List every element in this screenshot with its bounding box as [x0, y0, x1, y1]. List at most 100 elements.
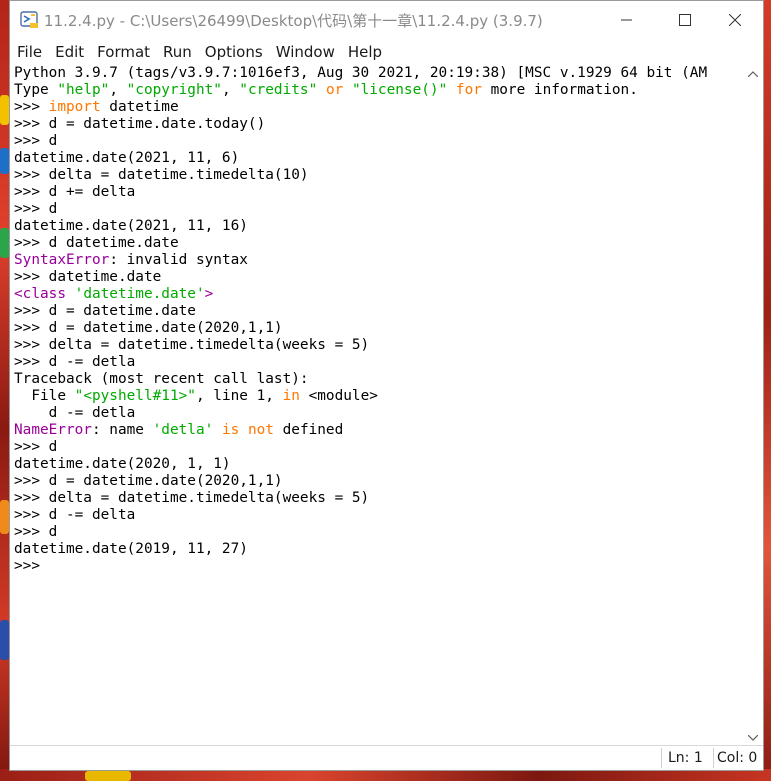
shell-text-segment: >>> delta = datetime.timedelta(weeks = 5… [14, 337, 370, 353]
shell-line: >>> d += delta [14, 184, 738, 201]
taskbar-fragment [85, 771, 131, 781]
minimize-icon [621, 19, 632, 21]
desktop-icon-fragment [0, 500, 9, 534]
shell-text-segment: or [325, 82, 344, 98]
shell-line: >>> d -= delta [14, 507, 738, 524]
shell-text-segment [213, 422, 222, 438]
shell-line: >>> [14, 558, 738, 575]
shell-text-segment: Traceback (most recent call last): [14, 371, 309, 387]
menu-file[interactable]: File [11, 43, 48, 61]
menu-help[interactable]: Help [342, 43, 388, 61]
shell-text-segment: 'datetime.date' [74, 286, 205, 302]
shell-line: NameError: name 'detla' is not defined [14, 422, 738, 439]
shell-text-segment: "help" [57, 82, 110, 98]
shell-text-segment: Type [14, 82, 58, 98]
shell-text-segment: datetime [100, 99, 179, 115]
idle-shell-window: 11.2.4.py - C:\Users\26499\Desktop\代码\第十… [9, 0, 764, 771]
shell-line: >>> d datetime.date [14, 235, 738, 252]
shell-text-segment: 'detla' [152, 422, 214, 438]
shell-text-segment: >>> d -= delta [14, 507, 136, 523]
shell-line: >>> import datetime [14, 99, 738, 116]
shell-text-segment: : name [91, 422, 153, 438]
shell-line: >>> datetime.date [14, 269, 738, 286]
desktop-icon-fragment [0, 620, 9, 660]
shell-text-segment: >>> d [14, 133, 58, 149]
shell-text-segment: >>> d [14, 439, 58, 455]
shell-line: >>> d [14, 439, 738, 456]
shell-text-segment: , [221, 82, 240, 98]
shell-text-segment: , [109, 82, 127, 98]
shell-text-segment [447, 82, 456, 98]
shell-line: Type "help", "copyright", "credits" or "… [14, 82, 738, 99]
shell-text-segment: "credits" [239, 82, 318, 98]
shell-text-segment: >>> [14, 558, 49, 574]
shell-line: datetime.date(2021, 11, 6) [14, 150, 738, 167]
close-icon [729, 14, 741, 26]
shell-text-segment: >>> d -= detla [14, 354, 136, 370]
shell-text-segment: datetime.date(2020, 1, 1) [14, 456, 231, 472]
menu-format[interactable]: Format [91, 43, 156, 61]
desktop-icon-fragment [0, 228, 9, 258]
shell-line: >>> d [14, 524, 738, 541]
shell-line: >>> delta = datetime.timedelta(weeks = 5… [14, 337, 738, 354]
desktop-icon-fragment [0, 148, 9, 174]
shell-text-segment: >>> d += delta [14, 184, 136, 200]
menu-window[interactable]: Window [270, 43, 341, 61]
shell-text-segment: >>> d [14, 524, 58, 540]
shell-line: >>> d = datetime.date(2020,1,1) [14, 473, 738, 490]
shell-text-segment: more information. [481, 82, 638, 98]
shell-line: >>> delta = datetime.timedelta(weeks = 5… [14, 490, 738, 507]
shell-text-segment: datetime.date(2021, 11, 6) [14, 150, 240, 166]
shell-text-segment: >>> d = datetime.date(2020,1,1) [14, 473, 283, 489]
title-bar[interactable]: 11.2.4.py - C:\Users\26499\Desktop\代码\第十… [10, 1, 763, 39]
python-idle-icon [20, 11, 40, 29]
minimize-button[interactable] [598, 1, 656, 39]
vertical-scrollbar[interactable] [743, 65, 763, 747]
shell-line: >>> delta = datetime.timedelta(10) [14, 167, 738, 184]
shell-line: >>> d [14, 133, 738, 150]
status-bar: Ln: 1 Col: 0 [10, 745, 763, 770]
shell-text-segment: >>> d datetime.date [14, 235, 179, 251]
shell-text-segment: >>> d = datetime.date [14, 303, 196, 319]
shell-text-segment: : invalid syntax [109, 252, 248, 268]
shell-line: SyntaxError: invalid syntax [14, 252, 738, 269]
shell-text-segment: File [14, 388, 75, 404]
shell-line: d -= detla [14, 405, 738, 422]
shell-text-segment: "license()" [351, 82, 448, 98]
close-button[interactable] [706, 1, 764, 39]
shell-text-area[interactable]: Python 3.9.7 (tags/v3.9.7:1016ef3, Aug 3… [14, 65, 738, 747]
shell-text-segment: >>> d = datetime.date(2020,1,1) [14, 320, 283, 336]
shell-text-segment: datetime.date(2019, 11, 27) [14, 541, 248, 557]
shell-text-segment: import [48, 99, 101, 115]
shell-line: <class 'datetime.date'> [14, 286, 738, 303]
shell-text-segment: >>> [14, 99, 49, 115]
menu-edit[interactable]: Edit [49, 43, 90, 61]
shell-line: datetime.date(2021, 11, 16) [14, 218, 738, 235]
shell-text-segment: <class [14, 286, 75, 302]
line-number-status: Ln: 1 [668, 750, 703, 766]
shell-line: File "<pyshell#11>", line 1, in <module> [14, 388, 738, 405]
shell-text-segment: for [455, 82, 482, 98]
menu-options[interactable]: Options [199, 43, 269, 61]
status-separator [713, 748, 714, 768]
menu-run[interactable]: Run [157, 43, 198, 61]
shell-text-segment [317, 82, 326, 98]
shell-line: Traceback (most recent call last): [14, 371, 738, 388]
status-separator [661, 748, 662, 768]
shell-line: >>> d [14, 201, 738, 218]
shell-text-segment: >>> d = datetime.date.today() [14, 116, 266, 132]
shell-line: >>> d = datetime.date [14, 303, 738, 320]
shell-text-segment: , line 1, [195, 388, 283, 404]
shell-text-segment: defined [273, 422, 344, 438]
desktop-icon-fragment [0, 95, 9, 125]
scroll-up-arrow-icon[interactable] [743, 65, 763, 83]
shell-text-segment: SyntaxError [14, 252, 110, 268]
shell-line: Python 3.9.7 (tags/v3.9.7:1016ef3, Aug 3… [14, 65, 738, 82]
shell-text-segment: datetime.date(2021, 11, 16) [14, 218, 248, 234]
shell-text-segment: in [282, 388, 300, 404]
shell-text-segment: >>> datetime.date [14, 269, 162, 285]
shell-text-segment: >>> d [14, 201, 58, 217]
shell-line: >>> d = datetime.date.today() [14, 116, 738, 133]
shell-text-segment: Python 3.9.7 (tags/v3.9.7:1016ef3, Aug 3… [14, 65, 708, 81]
shell-line: datetime.date(2019, 11, 27) [14, 541, 738, 558]
